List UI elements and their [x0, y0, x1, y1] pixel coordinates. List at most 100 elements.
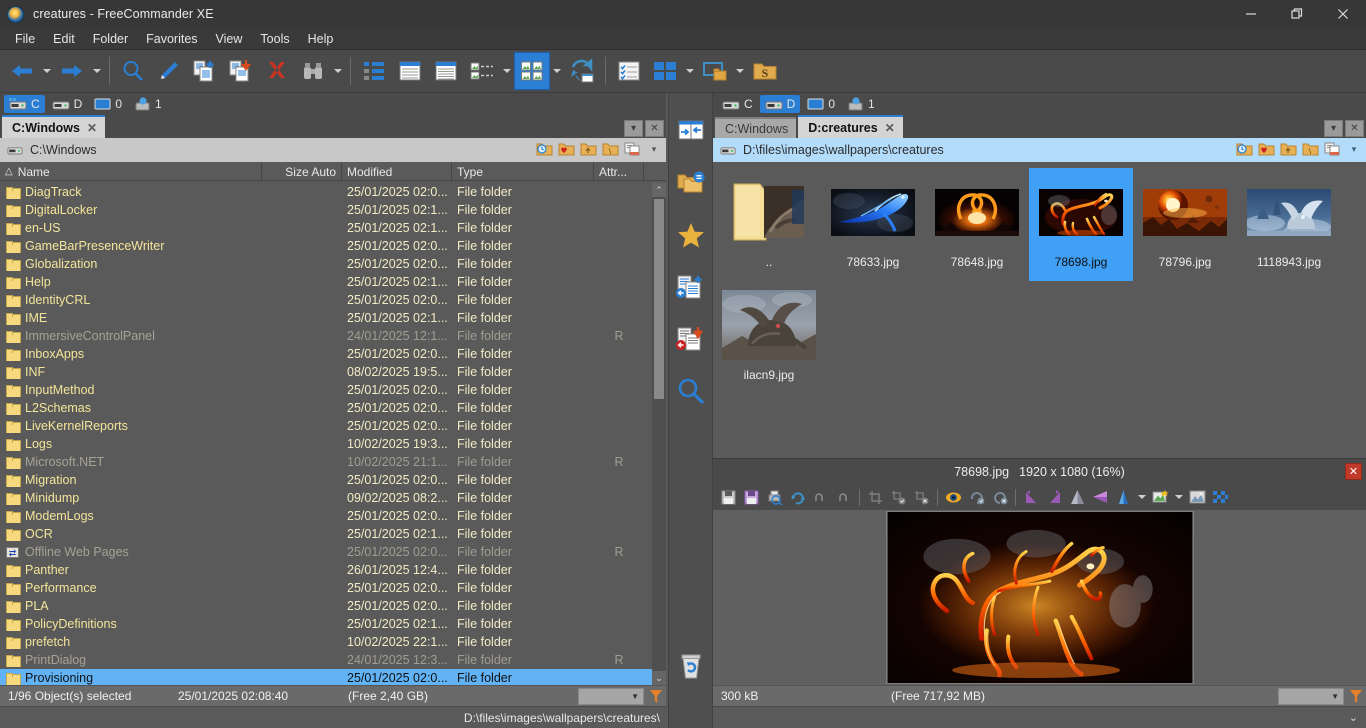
- column-header-name[interactable]: △ Name: [0, 162, 262, 181]
- copy-path-icon[interactable]: [1322, 139, 1342, 159]
- right-address-bar[interactable]: D:\files\images\wallpapers\creatures \ ▾: [713, 138, 1366, 162]
- thumbnail-item[interactable]: 78633.jpg: [821, 168, 925, 281]
- crop-icon[interactable]: [864, 486, 887, 508]
- table-row[interactable]: ModemLogs 25/01/2025 02:0... File folder: [0, 507, 652, 525]
- menu-file[interactable]: File: [6, 30, 44, 48]
- right-drive-c[interactable]: C: [717, 95, 758, 113]
- delete-icon[interactable]: [259, 52, 295, 90]
- scroll-up-button[interactable]: ⌃: [652, 183, 666, 197]
- copy-to-left-button[interactable]: [671, 261, 711, 313]
- table-row[interactable]: Help 25/01/2025 02:1... File folder: [0, 273, 652, 291]
- column-header-size[interactable]: Size Auto: [262, 162, 342, 181]
- table-row[interactable]: Logs 10/02/2025 19:3... File folder: [0, 435, 652, 453]
- viewer-canvas[interactable]: [713, 510, 1366, 685]
- table-row[interactable]: Migration 25/01/2025 02:0... File folder: [0, 471, 652, 489]
- table-row[interactable]: Provisioning 25/01/2025 02:0... File folde…: [0, 669, 652, 685]
- desktop-folder-icon[interactable]: [697, 52, 733, 90]
- back-dropdown[interactable]: [40, 52, 54, 90]
- tree-icon[interactable]: [356, 52, 392, 90]
- left-drive-c[interactable]: C: [4, 95, 45, 113]
- wallpaper-icon[interactable]: [1186, 486, 1209, 508]
- address-dropdown-icon[interactable]: ▾: [644, 139, 664, 159]
- settings-folder-icon[interactable]: S: [747, 52, 783, 90]
- bottom-expand-icon[interactable]: ⌄: [1349, 711, 1366, 724]
- thumbnail-item[interactable]: ..: [717, 168, 821, 281]
- pencil-icon[interactable]: [151, 52, 187, 90]
- right-filter-combo[interactable]: ▼: [1278, 688, 1344, 705]
- table-row[interactable]: Microsoft.NET 10/02/2025 21:1... File fold…: [0, 453, 652, 471]
- table-row[interactable]: Performance 25/01/2025 02:0... File folder: [0, 579, 652, 597]
- table-row[interactable]: InputMethod 25/01/2025 02:0... File folder: [0, 381, 652, 399]
- column-header-attr[interactable]: Attr...: [594, 162, 644, 181]
- column-header-modified[interactable]: Modified: [342, 162, 452, 181]
- history-folder-icon[interactable]: [1234, 139, 1254, 159]
- thumbnail-view[interactable]: .. 78633.jpg 78648.jpg 78698.jpg 78796.j…: [713, 162, 1366, 442]
- menu-help[interactable]: Help: [299, 30, 343, 48]
- close-button[interactable]: [1320, 0, 1366, 28]
- viewer-close-button[interactable]: ✕: [1345, 463, 1362, 480]
- parent-folder-icon[interactable]: [578, 139, 598, 159]
- scroll-down-button[interactable]: ⌄: [652, 671, 666, 685]
- forward-button[interactable]: [54, 52, 90, 90]
- details-view-icon[interactable]: [392, 52, 428, 90]
- table-row[interactable]: L2Schemas 25/01/2025 02:0... File folder: [0, 399, 652, 417]
- menu-view[interactable]: View: [207, 30, 252, 48]
- left-vertical-scrollbar[interactable]: ⌃ ⌄: [652, 183, 666, 685]
- rotate-right-icon[interactable]: [1043, 486, 1066, 508]
- thumbnail-item[interactable]: ilacn9.jpg: [717, 281, 821, 394]
- menu-edit[interactable]: Edit: [44, 30, 84, 48]
- scroll-thumb[interactable]: [654, 199, 664, 399]
- table-row[interactable]: DigitalLocker 25/01/2025 02:1... File fold…: [0, 201, 652, 219]
- right-drive-monitor[interactable]: 0: [802, 95, 840, 113]
- binoculars-icon[interactable]: [295, 52, 331, 90]
- table-row[interactable]: Offline Web Pages 25/01/2025 02:0... File …: [0, 543, 652, 561]
- resize-icon[interactable]: [1112, 486, 1135, 508]
- root-folder-icon[interactable]: \: [1300, 139, 1320, 159]
- left-drive-monitor[interactable]: 0: [89, 95, 127, 113]
- list-view-icon[interactable]: [428, 52, 464, 90]
- table-row[interactable]: PolicyDefinitions 25/01/2025 02:1... File …: [0, 615, 652, 633]
- refresh-icon[interactable]: [786, 486, 809, 508]
- binoculars-dropdown[interactable]: [331, 52, 345, 90]
- sync-icon[interactable]: [564, 52, 600, 90]
- copy-icon[interactable]: [187, 52, 223, 90]
- rotate-left-icon[interactable]: [1020, 486, 1043, 508]
- table-row[interactable]: INF 08/02/2025 19:5... File folder: [0, 363, 652, 381]
- eye-icon[interactable]: [942, 486, 965, 508]
- history-folder-icon[interactable]: [534, 139, 554, 159]
- right-tab-close-icon[interactable]: ✕: [885, 121, 895, 135]
- right-tab-windows[interactable]: C:Windows: [715, 117, 797, 138]
- parent-folder-icon[interactable]: [1278, 139, 1298, 159]
- funnel-icon[interactable]: [649, 689, 663, 707]
- table-row[interactable]: IME 25/01/2025 02:1... File folder: [0, 309, 652, 327]
- effects-dropdown[interactable]: [1172, 486, 1186, 508]
- back-button[interactable]: [4, 52, 40, 90]
- move-icon[interactable]: [223, 52, 259, 90]
- thumb-grid-dropdown[interactable]: [550, 52, 564, 90]
- right-drive-network[interactable]: 1: [842, 95, 880, 113]
- table-row[interactable]: Panther 26/01/2025 12:4... File folder: [0, 561, 652, 579]
- table-row[interactable]: IdentityCRL 25/01/2025 02:0... File folder: [0, 291, 652, 309]
- thumb-grid-icon[interactable]: [514, 52, 550, 90]
- left-file-list[interactable]: DiagTrack 25/01/2025 02:0... File folder Di…: [0, 183, 652, 685]
- copy-path-icon[interactable]: [622, 139, 642, 159]
- thumbnail-item[interactable]: 78648.jpg: [925, 168, 1029, 281]
- right-tab-close-all-button[interactable]: ✕: [1345, 120, 1364, 137]
- favorites-folder-icon[interactable]: [556, 139, 576, 159]
- table-row[interactable]: en-US 25/01/2025 02:1... File folder: [0, 219, 652, 237]
- table-row[interactable]: PLA 25/01/2025 02:0... File folder: [0, 597, 652, 615]
- crop-cancel-icon[interactable]: [910, 486, 933, 508]
- column-header-type[interactable]: Type: [452, 162, 594, 181]
- swap-panels-button[interactable]: [671, 105, 711, 157]
- thumb-list-dropdown[interactable]: [500, 52, 514, 90]
- left-tab-windows[interactable]: C:Windows ✕: [2, 115, 105, 138]
- trash-icon[interactable]: [671, 640, 711, 692]
- panels-icon[interactable]: [647, 52, 683, 90]
- left-address-bar[interactable]: C:\Windows \ ▾: [0, 138, 666, 162]
- flip-v-icon[interactable]: [1066, 486, 1089, 508]
- thumbnail-item[interactable]: 78796.jpg: [1133, 168, 1237, 281]
- menu-favorites[interactable]: Favorites: [137, 30, 206, 48]
- favorites-folder-icon[interactable]: [1256, 139, 1276, 159]
- redo-icon[interactable]: [832, 486, 855, 508]
- desktop-folder-dropdown[interactable]: [733, 52, 747, 90]
